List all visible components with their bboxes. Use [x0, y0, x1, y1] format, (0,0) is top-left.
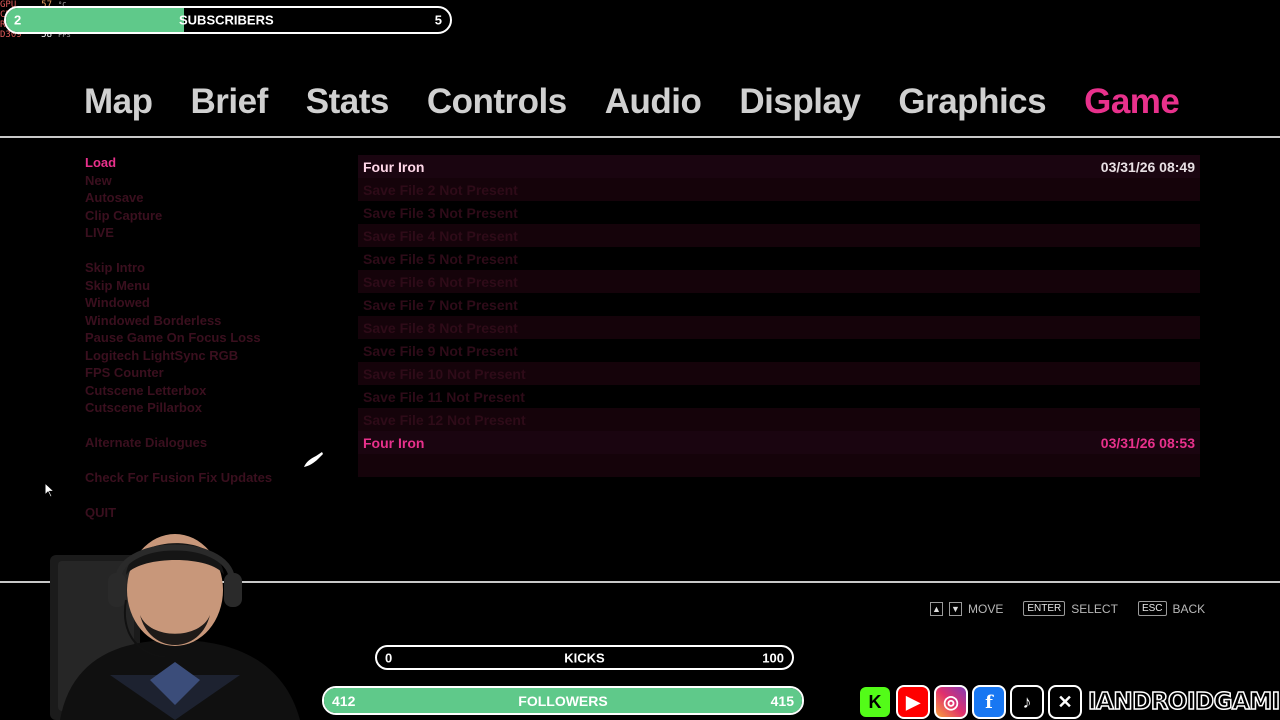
x-icon[interactable]: ✕ — [1048, 685, 1082, 719]
menu-item-cutscene-letterbox[interactable]: Cutscene Letterbox — [85, 382, 345, 400]
tab-brief[interactable]: Brief — [191, 82, 269, 122]
menu-item-fps-counter[interactable]: FPS Counter — [85, 364, 345, 382]
menu-item-windowed-borderless[interactable]: Windowed Borderless — [85, 312, 345, 330]
kicks-goal: 100 — [762, 650, 784, 665]
followers-goal: 415 — [770, 692, 794, 709]
webcam-streamer — [50, 534, 300, 720]
subscribers-goal: 5 — [434, 12, 442, 28]
brush-cursor-icon — [304, 452, 323, 467]
save-name: Save File 2 Not Present — [363, 181, 518, 198]
menu-item-new[interactable]: New — [85, 172, 345, 190]
save-name: Four Iron — [363, 158, 425, 175]
kick-icon[interactable]: K — [858, 685, 892, 719]
save-name: Four Iron — [363, 434, 425, 451]
social-links: K ▶ ◎ f ♪ ✕ IANDROIDGAMING — [858, 685, 1280, 719]
tab-stats[interactable]: Stats — [306, 82, 390, 122]
menu-spacer — [85, 242, 345, 260]
menu-item-live[interactable]: LIVE — [85, 224, 345, 242]
menu-item-clip-capture[interactable]: Clip Capture — [85, 207, 345, 225]
save-name: Save File 5 Not Present — [363, 250, 518, 267]
menu-item-cutscene-pillarbox[interactable]: Cutscene Pillarbox — [85, 399, 345, 417]
save-slot[interactable]: Save File 5 Not Present — [358, 247, 1200, 270]
subscribers-goal-bar: 2 SUBSCRIBERS 5 — [4, 6, 452, 34]
move-hint: MOVE — [968, 601, 1004, 616]
menu-item-load[interactable]: Load — [85, 154, 345, 172]
save-slot[interactable] — [358, 454, 1200, 477]
save-slot[interactable]: Save File 4 Not Present — [358, 224, 1200, 247]
save-date: 03/31/26 08:49 — [1100, 158, 1195, 175]
menu-item-check-for-fusion-fix-updates[interactable]: Check For Fusion Fix Updates — [85, 469, 345, 487]
mouse-pointer-icon — [44, 482, 56, 498]
arrow-up-key-icon: ▲ — [930, 601, 943, 616]
menu-item-autosave[interactable]: Autosave — [85, 189, 345, 207]
followers-goal-bar: 412 FOLLOWERS 415 — [322, 686, 804, 715]
save-slot[interactable]: Save File 9 Not Present — [358, 339, 1200, 362]
save-slot[interactable]: Save File 11 Not Present — [358, 385, 1200, 408]
save-slot[interactable]: Save File 12 Not Present — [358, 408, 1200, 431]
save-slot[interactable]: Save File 6 Not Present — [358, 270, 1200, 293]
save-slot[interactable]: Four Iron 03/31/26 08:53 — [358, 431, 1200, 454]
pause-menu-tabs: Map Brief Stats Controls Audio Display Graphic… — [84, 82, 1180, 122]
menu-item-skip-menu[interactable]: Skip Menu — [85, 277, 345, 295]
esc-key[interactable]: ESC — [1137, 601, 1167, 616]
back-hint: BACK — [1172, 601, 1206, 616]
save-name: Save File 11 Not Present — [363, 388, 525, 405]
enter-key[interactable]: ENTER — [1023, 601, 1066, 616]
save-slot[interactable] — [358, 477, 1200, 500]
save-name: Save File 3 Not Present — [363, 204, 518, 221]
kicks-goal-bar: 0 KICKS 100 — [375, 645, 794, 670]
save-slot[interactable]: Save File 3 Not Present — [358, 201, 1200, 224]
subscribers-progress-fill — [6, 8, 184, 32]
menu-item-logitech-lightsync-rgb[interactable]: Logitech LightSync RGB — [85, 347, 345, 365]
save-slot[interactable]: Save File 10 Not Present — [358, 362, 1200, 385]
tab-graphics[interactable]: Graphics — [898, 82, 1046, 122]
channel-handle: IANDROIDGAMING — [1087, 688, 1280, 716]
menu-item-alternate-dialogues[interactable]: Alternate Dialogues — [85, 434, 345, 452]
save-name: Save File 10 Not Present — [363, 365, 526, 382]
tab-map[interactable]: Map — [84, 82, 153, 122]
save-date: 03/31/26 08:53 — [1100, 434, 1195, 451]
facebook-icon[interactable]: f — [972, 685, 1006, 719]
subscribers-label: SUBSCRIBERS — [179, 12, 274, 28]
youtube-icon[interactable]: ▶ — [896, 685, 930, 719]
menu-item-skip-intro[interactable]: Skip Intro — [85, 259, 345, 277]
top-divider — [0, 136, 1280, 138]
menu-item-windowed[interactable]: Windowed — [85, 294, 345, 312]
tab-audio[interactable]: Audio — [605, 82, 702, 122]
subscribers-start: 2 — [14, 12, 22, 28]
save-slot[interactable]: Save File 7 Not Present — [358, 293, 1200, 316]
followers-label: FOLLOWERS — [518, 692, 608, 709]
save-name: Save File 6 Not Present — [363, 273, 518, 290]
menu-spacer — [85, 417, 345, 435]
instagram-icon[interactable]: ◎ — [934, 685, 968, 719]
save-name: Save File 8 Not Present — [363, 319, 518, 336]
save-name: Save File 7 Not Present — [363, 296, 518, 313]
save-file-list: Four Iron 03/31/26 08:49 Save File 2 Not P… — [358, 155, 1200, 500]
save-slot[interactable]: Save File 2 Not Present — [358, 178, 1200, 201]
kicks-label: KICKS — [564, 650, 605, 665]
tab-controls[interactable]: Controls — [427, 82, 567, 122]
save-name: Save File 9 Not Present — [363, 342, 518, 359]
control-hints: ▲ ▼ MOVE ENTER SELECT ESC BACK — [930, 601, 1219, 616]
menu-item-pause-game-on-focus-loss[interactable]: Pause Game On Focus Loss — [85, 329, 345, 347]
select-hint: SELECT — [1071, 601, 1118, 616]
tab-display[interactable]: Display — [739, 82, 861, 122]
tab-game[interactable]: Game — [1084, 82, 1180, 122]
save-slot[interactable]: Four Iron 03/31/26 08:49 — [358, 155, 1200, 178]
save-name: Save File 4 Not Present — [363, 227, 518, 244]
tiktok-icon[interactable]: ♪ — [1010, 685, 1044, 719]
menu-spacer — [85, 487, 345, 505]
save-name: Save File 12 Not Present — [363, 411, 526, 428]
save-slot[interactable]: Save File 8 Not Present — [358, 316, 1200, 339]
arrow-down-key-icon: ▼ — [949, 601, 962, 616]
